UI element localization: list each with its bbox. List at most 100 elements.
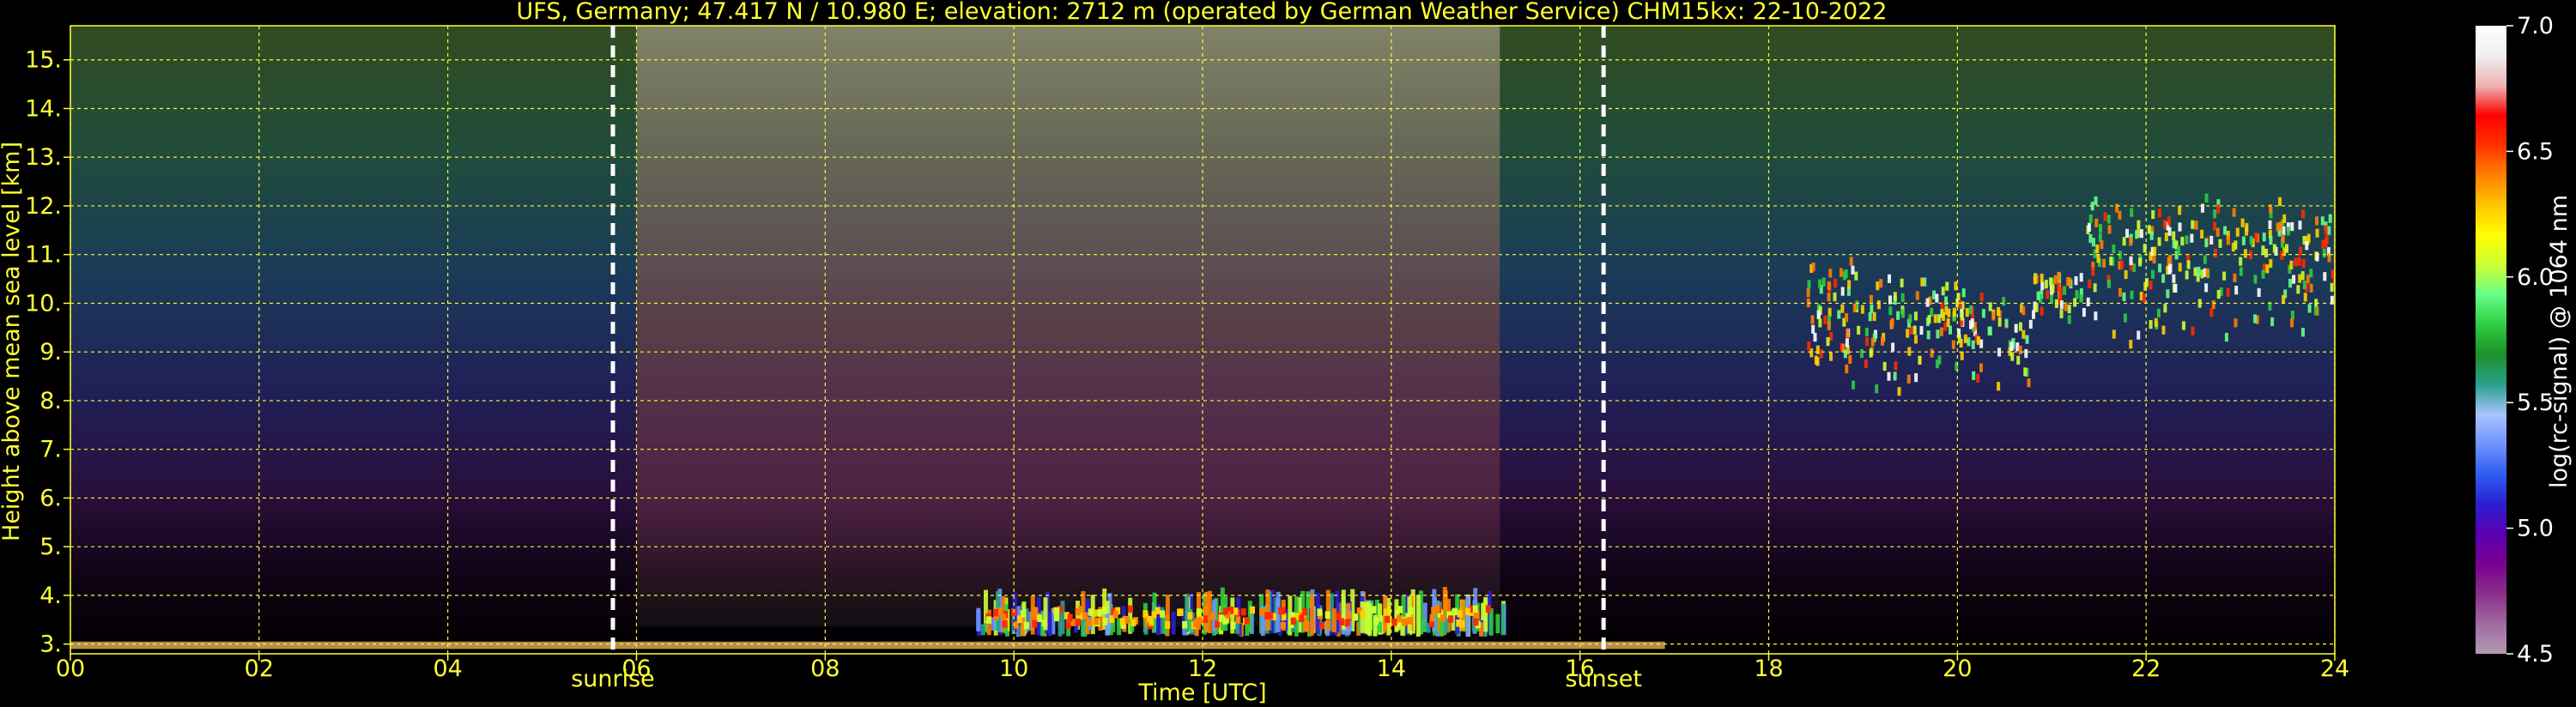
x-tick-label: 18 bbox=[1754, 656, 1783, 682]
cirrus-cloud-mark bbox=[1951, 340, 1955, 349]
boundary-layer-mark bbox=[1457, 610, 1463, 618]
y-tick-label: 15. bbox=[25, 47, 62, 74]
cirrus-cloud-mark bbox=[1854, 271, 1858, 281]
cirrus-cloud-mark bbox=[1961, 288, 1966, 298]
cirrus-cloud-mark bbox=[1906, 374, 1911, 384]
cirrus-cloud-mark bbox=[1806, 288, 1810, 298]
cirrus-cloud-mark bbox=[2269, 258, 2273, 269]
cirrus-cloud-mark bbox=[2288, 278, 2293, 288]
boundary-layer-mark bbox=[1309, 594, 1314, 636]
cirrus-cloud-mark bbox=[2124, 269, 2128, 280]
cirrus-cloud-mark bbox=[2234, 286, 2239, 295]
x-tick-label: 14 bbox=[1377, 656, 1406, 682]
cirrus-cloud-mark bbox=[1900, 293, 1905, 302]
cirrus-cloud-mark bbox=[2130, 290, 2134, 299]
cirrus-cloud-mark bbox=[1811, 262, 1815, 272]
cirrus-cloud-mark bbox=[1851, 265, 1855, 275]
cirrus-cloud-mark bbox=[1967, 337, 1971, 347]
cirrus-cloud-mark bbox=[1882, 361, 1887, 371]
cirrus-cloud-mark bbox=[1888, 274, 1892, 283]
cirrus-cloud-mark bbox=[2167, 216, 2171, 226]
boundary-layer-mark bbox=[1032, 619, 1038, 628]
cirrus-cloud-mark bbox=[2194, 221, 2198, 230]
cirrus-cloud-mark bbox=[2224, 332, 2228, 342]
colorbar-label: log(rc-signal) @ 1064 nm bbox=[2546, 195, 2573, 488]
boundary-layer-mark bbox=[997, 607, 1003, 615]
boundary-layer-mark bbox=[1267, 612, 1273, 619]
cirrus-cloud-mark bbox=[2032, 310, 2036, 319]
cirrus-cloud-mark bbox=[1846, 328, 1850, 338]
cirrus-cloud-mark bbox=[2050, 294, 2054, 304]
boundary-layer-mark bbox=[1485, 605, 1491, 613]
cirrus-cloud-mark bbox=[2261, 269, 2265, 279]
cirrus-cloud-mark bbox=[2049, 277, 2053, 287]
boundary-layer-mark bbox=[1325, 589, 1330, 631]
colorbar-tick-label: 7.0 bbox=[2517, 13, 2554, 39]
cirrus-cloud-mark bbox=[2067, 315, 2071, 324]
cirrus-cloud-mark bbox=[2023, 367, 2027, 377]
cirrus-cloud-mark bbox=[2066, 276, 2070, 287]
boundary-layer-mark bbox=[1483, 596, 1488, 632]
cirrus-cloud-mark bbox=[2096, 254, 2100, 263]
cirrus-cloud-mark bbox=[2164, 232, 2168, 242]
cirrus-cloud-mark bbox=[1815, 345, 1820, 354]
cirrus-cloud-mark bbox=[1864, 327, 1869, 337]
cirrus-cloud-mark bbox=[1981, 309, 1985, 318]
cirrus-cloud-mark bbox=[2106, 215, 2111, 224]
cirrus-cloud-mark bbox=[1823, 315, 1827, 324]
boundary-layer-mark bbox=[1408, 607, 1414, 615]
cirrus-cloud-mark bbox=[2197, 266, 2201, 276]
cirrus-cloud-mark bbox=[2200, 203, 2204, 213]
cirrus-cloud-mark bbox=[2151, 209, 2155, 220]
cirrus-cloud-mark bbox=[2162, 220, 2167, 229]
cirrus-cloud-mark bbox=[2120, 260, 2124, 269]
cirrus-cloud-mark bbox=[1930, 348, 1934, 358]
cirrus-cloud-mark bbox=[2086, 297, 2090, 306]
cirrus-cloud-mark bbox=[1945, 281, 1949, 291]
y-tick-label: 11. bbox=[25, 242, 62, 269]
cirrus-cloud-mark bbox=[2282, 294, 2286, 305]
cirrus-cloud-mark bbox=[1845, 364, 1849, 373]
cirrus-cloud-mark bbox=[2328, 214, 2332, 223]
cirrus-cloud-mark bbox=[1840, 304, 1845, 313]
cirrus-cloud-mark bbox=[2112, 329, 2116, 339]
boundary-layer-mark bbox=[1171, 611, 1176, 635]
cirrus-cloud-mark bbox=[2299, 246, 2303, 256]
boundary-layer-mark bbox=[986, 616, 992, 624]
cirrus-cloud-mark bbox=[1907, 347, 1912, 356]
cirrus-cloud-mark bbox=[1826, 336, 1830, 347]
cirrus-cloud-mark bbox=[1936, 329, 1940, 339]
y-tick-label: 13. bbox=[25, 144, 62, 171]
boundary-layer-mark bbox=[1459, 620, 1465, 628]
boundary-layer-mark bbox=[1112, 611, 1118, 619]
cirrus-cloud-mark bbox=[1888, 306, 1893, 316]
x-tick-label: 04 bbox=[433, 656, 462, 682]
cirrus-cloud-mark bbox=[1889, 319, 1894, 329]
boundary-layer-mark bbox=[1054, 607, 1060, 615]
cirrus-cloud-mark bbox=[2167, 265, 2172, 275]
cirrus-cloud-mark bbox=[2226, 236, 2230, 245]
cirrus-cloud-mark bbox=[2191, 326, 2195, 335]
cirrus-cloud-mark bbox=[2172, 231, 2176, 240]
boundary-layer-mark bbox=[1033, 607, 1039, 614]
boundary-layer-mark bbox=[1401, 618, 1407, 626]
cirrus-cloud-mark bbox=[2180, 236, 2185, 246]
cirrus-cloud-mark bbox=[1893, 372, 1897, 381]
cirrus-cloud-mark bbox=[2306, 275, 2310, 284]
boundary-layer-mark bbox=[1075, 618, 1081, 626]
cirrus-cloud-mark bbox=[2309, 269, 2313, 278]
cirrus-cloud-mark bbox=[1827, 321, 1831, 330]
cirrus-cloud-mark bbox=[2115, 203, 2119, 213]
boundary-layer-mark bbox=[1001, 613, 1007, 621]
boundary-layer-mark bbox=[1406, 617, 1412, 625]
cirrus-cloud-mark bbox=[2147, 225, 2151, 234]
boundary-layer-mark bbox=[992, 608, 998, 617]
x-tick-label: 24 bbox=[2320, 656, 2349, 682]
cirrus-cloud-mark bbox=[1947, 308, 1951, 317]
boundary-layer-mark bbox=[1495, 613, 1500, 634]
cirrus-cloud-mark bbox=[1919, 325, 1924, 335]
cirrus-cloud-mark bbox=[1848, 354, 1852, 365]
cirrus-cloud-mark bbox=[1864, 359, 1868, 369]
cirrus-cloud-mark bbox=[2014, 323, 2018, 333]
cirrus-cloud-mark bbox=[2298, 274, 2302, 283]
